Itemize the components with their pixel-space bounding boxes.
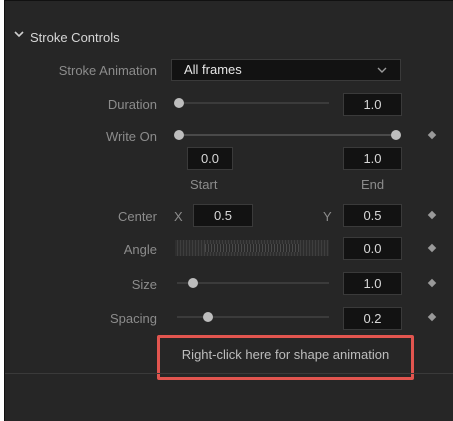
stroke-animation-dropdown[interactable]: All frames xyxy=(171,59,401,81)
duration-slider-handle[interactable] xyxy=(174,98,184,108)
duration-label: Duration xyxy=(107,97,157,112)
stroke-animation-value: All frames xyxy=(184,62,242,77)
angle-input[interactable]: 0.0 xyxy=(343,237,402,260)
center-y-label: Y xyxy=(323,209,332,224)
write-on-label: Write On xyxy=(105,129,157,144)
write-on-end-input[interactable]: 1.0 xyxy=(343,147,402,170)
duration-input[interactable]: 1.0 xyxy=(343,93,402,116)
keyframe-diamond-icon[interactable] xyxy=(427,210,437,220)
size-slider-handle[interactable] xyxy=(188,278,198,288)
keyframe-diamond-icon[interactable] xyxy=(427,243,437,253)
angle-label: Angle xyxy=(123,242,157,257)
write-on-start-input[interactable]: 0.0 xyxy=(187,147,233,170)
write-on-end-label: End xyxy=(361,177,385,192)
write-on-end-handle[interactable] xyxy=(391,130,401,140)
size-slider-track[interactable] xyxy=(177,282,329,284)
divider xyxy=(5,373,453,374)
write-on-start-handle[interactable] xyxy=(174,130,184,140)
chevron-down-icon xyxy=(377,67,387,73)
size-label: Size xyxy=(131,277,157,292)
center-y-input[interactable]: 0.5 xyxy=(343,204,402,227)
center-label: Center xyxy=(117,209,157,224)
stroke-controls-panel: Stroke Controls Stroke Animation All fra… xyxy=(5,1,453,421)
stroke-animation-label: Stroke Animation xyxy=(58,63,157,78)
write-on-range-track[interactable] xyxy=(177,134,399,136)
size-input[interactable]: 1.0 xyxy=(343,272,402,295)
keyframe-diamond-icon[interactable] xyxy=(427,130,437,140)
angle-thumbwheel[interactable] xyxy=(175,240,329,256)
write-on-start-label: Start xyxy=(190,177,218,192)
keyframe-diamond-icon[interactable] xyxy=(427,312,437,322)
keyframe-diamond-icon[interactable] xyxy=(427,278,437,288)
duration-slider-track[interactable] xyxy=(177,102,329,104)
chevron-down-icon[interactable] xyxy=(12,27,26,41)
spacing-slider-track[interactable] xyxy=(177,316,329,318)
spacing-input[interactable]: 0.2 xyxy=(343,307,402,330)
section-title[interactable]: Stroke Controls xyxy=(30,30,120,45)
center-x-input[interactable]: 0.5 xyxy=(193,204,253,227)
spacing-slider-handle[interactable] xyxy=(203,312,213,322)
inspector-window: Stroke Controls Stroke Animation All fra… xyxy=(4,0,453,421)
center-x-label: X xyxy=(174,209,183,224)
spacing-label: Spacing xyxy=(110,311,157,326)
